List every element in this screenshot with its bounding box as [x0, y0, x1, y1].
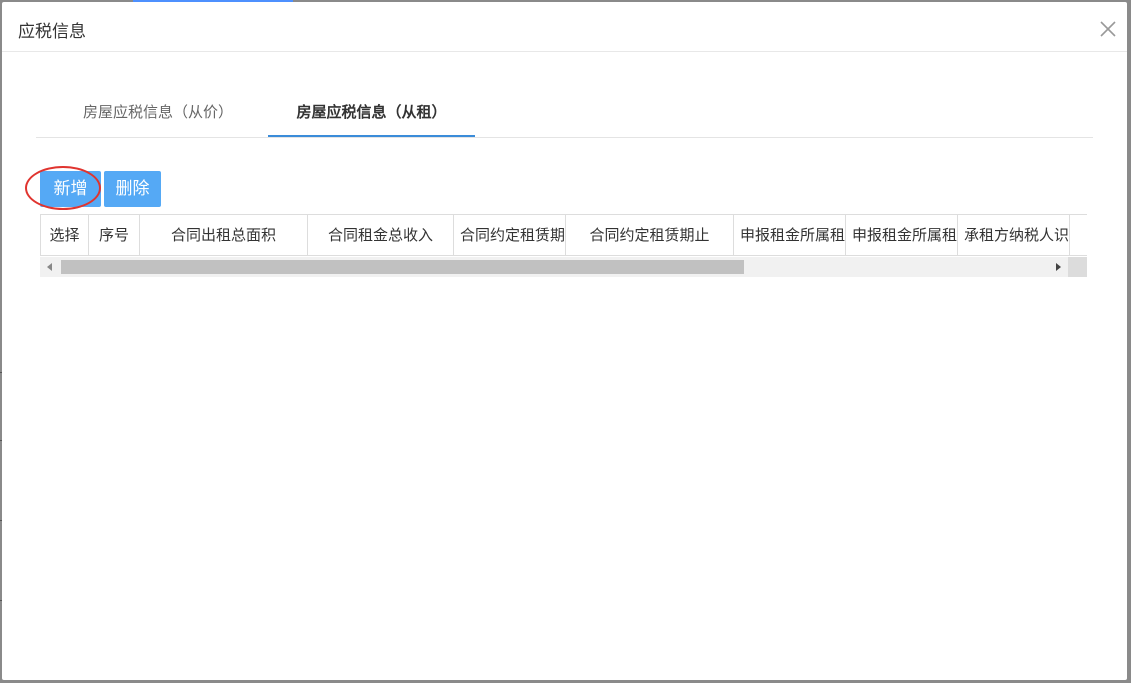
delete-button[interactable]: 删除	[104, 171, 161, 207]
column-header-declared-period-end[interactable]: 申报租金所属租赁期止	[846, 215, 958, 255]
dialog-header: 应税信息	[2, 2, 1127, 52]
tab-bar: 房屋应税信息（从价） 房屋应税信息（从租）	[36, 91, 1093, 138]
column-header-lease-end[interactable]: 合同约定租赁期止	[566, 215, 734, 255]
tax-info-dialog: 应税信息 房屋应税信息（从价） 房屋应税信息（从租）	[2, 2, 1127, 680]
column-header-index[interactable]: 序号	[89, 215, 140, 255]
table-header: 选择 序号 合同出租总面积 合同租金总收入 合同约定租赁期起 合同约定租赁期止 …	[40, 214, 1087, 256]
dialog-title: 应税信息	[18, 22, 86, 42]
column-header-rental-income[interactable]: 合同租金总收入	[308, 215, 454, 255]
scrollbar-thumb[interactable]	[61, 260, 744, 274]
horizontal-scrollbar[interactable]	[40, 257, 1068, 277]
column-header-lessee-tax-id[interactable]: 承租方纳税人识别号	[958, 215, 1070, 255]
column-header-declared-period-start[interactable]: 申报租金所属租赁期起	[734, 215, 846, 255]
column-header-overflow	[1070, 215, 1087, 255]
rental-tax-table: 选择 序号 合同出租总面积 合同租金总收入 合同约定租赁期起 合同约定租赁期止 …	[40, 214, 1087, 278]
tab-rental[interactable]: 房屋应税信息（从租）	[268, 91, 475, 137]
column-header-rental-area[interactable]: 合同出租总面积	[140, 215, 308, 255]
scroll-left-arrow-icon[interactable]	[42, 257, 58, 277]
column-header-lease-start[interactable]: 合同约定租赁期起	[454, 215, 566, 255]
tab-ad-valorem[interactable]: 房屋应税信息（从价）	[48, 91, 268, 137]
scroll-right-arrow-icon[interactable]	[1050, 257, 1066, 277]
scrollbar-corner	[1068, 257, 1087, 277]
close-icon[interactable]	[1099, 20, 1117, 38]
add-button[interactable]: 新增	[40, 171, 101, 207]
column-header-select[interactable]: 选择	[40, 215, 89, 255]
